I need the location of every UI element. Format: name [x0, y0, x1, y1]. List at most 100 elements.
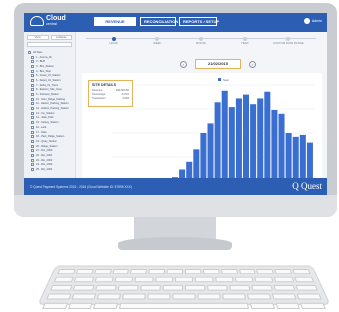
user-menu[interactable]: Admin — [303, 18, 322, 24]
timeline-label-month: MONTH — [195, 41, 207, 45]
timeline-label-week: WEEK — [153, 41, 162, 45]
checkbox-icon[interactable] — [31, 111, 34, 115]
chart-bar[interactable] — [271, 109, 278, 181]
site-search-input[interactable] — [27, 42, 72, 47]
sidebar-site-label: 20 - Ridge_Station — [36, 144, 58, 148]
chart-bar[interactable] — [257, 98, 264, 181]
checkbox-icon[interactable] — [31, 83, 34, 87]
sidebar-site-label: 17 - Main — [36, 130, 47, 134]
checkbox-icon[interactable] — [31, 64, 34, 68]
sidebar-site-label: 16 - Lark — [36, 125, 47, 129]
monitor-stand-base — [118, 237, 232, 250]
checkbox-icon[interactable] — [28, 50, 31, 54]
timeline-dot-week[interactable] — [155, 36, 160, 41]
sidebar-site-label: 9 - Fairview_Station — [36, 93, 59, 97]
chart-bar[interactable] — [299, 134, 306, 181]
site-tree: All Sites 1 - Aurora_01 2 - Bluff 3 - Brix_… — [24, 50, 75, 172]
checkbox-icon[interactable] — [31, 135, 34, 139]
chart-bar[interactable] — [250, 104, 257, 181]
sidebar-site-label: 24 - Rio_2003 — [36, 163, 53, 167]
checkbox-icon[interactable] — [31, 93, 34, 97]
sidebar-site-item[interactable]: 25 - Rio_2004 — [24, 167, 75, 172]
site-sidebar: View Collapse All Sites 1 - Aurora_01 2 - … — [24, 32, 76, 178]
checkbox-icon[interactable] — [31, 88, 34, 92]
chart-bar[interactable] — [285, 133, 292, 181]
checkbox-icon[interactable] — [31, 74, 34, 78]
stage: Cloud central REVENUE RECONCILIATION REP… — [0, 0, 339, 312]
period-timeline: HOUR WEEK MONTH YEAR CUSTOM DATE RANGE — [86, 35, 316, 47]
sidebar-site-label: 2 - Bluff — [36, 60, 45, 64]
sidebar-site-label: 15 - Kelsey_Station — [36, 121, 59, 125]
checkbox-icon[interactable] — [31, 107, 34, 111]
chart-bar[interactable] — [207, 123, 214, 181]
checkbox-icon[interactable] — [31, 144, 34, 148]
checkbox-icon[interactable] — [31, 168, 34, 172]
checkbox-icon[interactable] — [31, 153, 34, 157]
checkbox-icon[interactable] — [31, 149, 34, 153]
timeline-label-custom: CUSTOM DATE RANGE — [272, 41, 304, 45]
app-screen: Cloud central REVENUE RECONCILIATION REP… — [24, 13, 327, 195]
checkbox-icon[interactable] — [31, 116, 34, 120]
cloud-icon — [30, 16, 44, 26]
tab-reconciliation[interactable]: RECONCILIATION — [140, 17, 178, 26]
sidebar-site-label: 23 - Rio_2002 — [36, 158, 53, 162]
sidebar-site-label: 21 - Rio_2000 — [36, 149, 53, 153]
user-icon — [303, 18, 310, 24]
copyright-text: © Quest Payment Systems 2015 - 2016 (Clo… — [30, 185, 132, 189]
checkbox-icon[interactable] — [31, 158, 34, 162]
sidebar-site-label: 11 - Harbor_Parking_Station — [36, 102, 69, 106]
chart-bar[interactable] — [243, 94, 250, 181]
app-header: Cloud central REVENUE RECONCILIATION REP… — [24, 13, 327, 32]
legend-swatch — [218, 78, 221, 81]
timeline-dot-year[interactable] — [242, 36, 247, 41]
next-date-button[interactable]: › — [249, 60, 256, 68]
current-date[interactable]: 21/02/2015 — [195, 59, 241, 69]
checkbox-icon[interactable] — [31, 163, 34, 167]
chart-bar[interactable] — [214, 102, 221, 181]
chart-bar[interactable] — [200, 133, 207, 181]
view-button[interactable]: View — [27, 35, 49, 40]
checkbox-icon[interactable] — [31, 125, 34, 129]
timeline-label-hour: HOUR — [109, 41, 118, 45]
chart-bar[interactable] — [292, 136, 299, 181]
checkbox-icon[interactable] — [31, 78, 34, 82]
sidebar-site-label: 5 - Coast_01_Station — [36, 74, 61, 78]
sidebar-site-label: 25 - Rio_2004 — [36, 168, 53, 172]
checkbox-icon[interactable] — [31, 139, 34, 143]
sidebar-site-label: 14 - Jade_Park — [36, 116, 54, 120]
timeline-dot-month[interactable] — [199, 36, 203, 41]
chart-bar[interactable] — [278, 113, 285, 181]
monitor-stand — [134, 217, 216, 239]
sidebar-site-label: 19 - Quay_Station — [36, 139, 57, 143]
sidebar-site-label: 7 - Delta_01_Trans — [36, 83, 59, 87]
checkbox-icon[interactable] — [31, 130, 34, 134]
timeline-dot-hour[interactable] — [111, 36, 116, 41]
timeline-dot-custom[interactable] — [286, 36, 291, 41]
site-details-title: SITE DETAILS — [92, 83, 117, 87]
collapse-button[interactable]: Collapse — [50, 35, 72, 40]
chart-bar[interactable] — [264, 91, 271, 181]
prev-date-button[interactable]: ‹ — [180, 60, 187, 68]
checkbox-icon[interactable] — [31, 102, 34, 106]
checkbox-icon[interactable] — [31, 121, 34, 125]
checkbox-icon[interactable] — [31, 55, 34, 59]
chart-bar[interactable] — [221, 90, 228, 181]
sidebar-site-label: 18 - Park_Ridge_Station — [36, 135, 65, 139]
sidebar-site-label: 13 - Inn_Station — [36, 111, 55, 115]
sidebar-site-label: 22 - Rio_2001 — [36, 153, 53, 157]
tab-reports-setup[interactable]: REPORTS / SETUP — [179, 17, 219, 26]
detail-value: 2,054 — [122, 97, 130, 100]
tab-revenue[interactable]: REVENUE — [94, 17, 136, 26]
chart-bar[interactable] — [306, 142, 313, 181]
chart-bar[interactable] — [235, 98, 242, 181]
logo-subtitle: central — [46, 22, 57, 26]
monitor-chin — [14, 195, 337, 217]
checkbox-icon[interactable] — [31, 69, 34, 73]
chart-bar[interactable] — [193, 149, 200, 181]
cloud-logo[interactable]: Cloud central — [30, 15, 66, 26]
checkbox-icon[interactable] — [31, 60, 34, 64]
site-details-panel: SITE DETAILS Revenue $43,563.50 Percenta… — [88, 80, 133, 107]
checkbox-icon[interactable] — [31, 97, 34, 101]
chart-bar[interactable] — [228, 107, 235, 181]
date-navigator: ‹ 21/02/2015 › — [180, 59, 256, 69]
